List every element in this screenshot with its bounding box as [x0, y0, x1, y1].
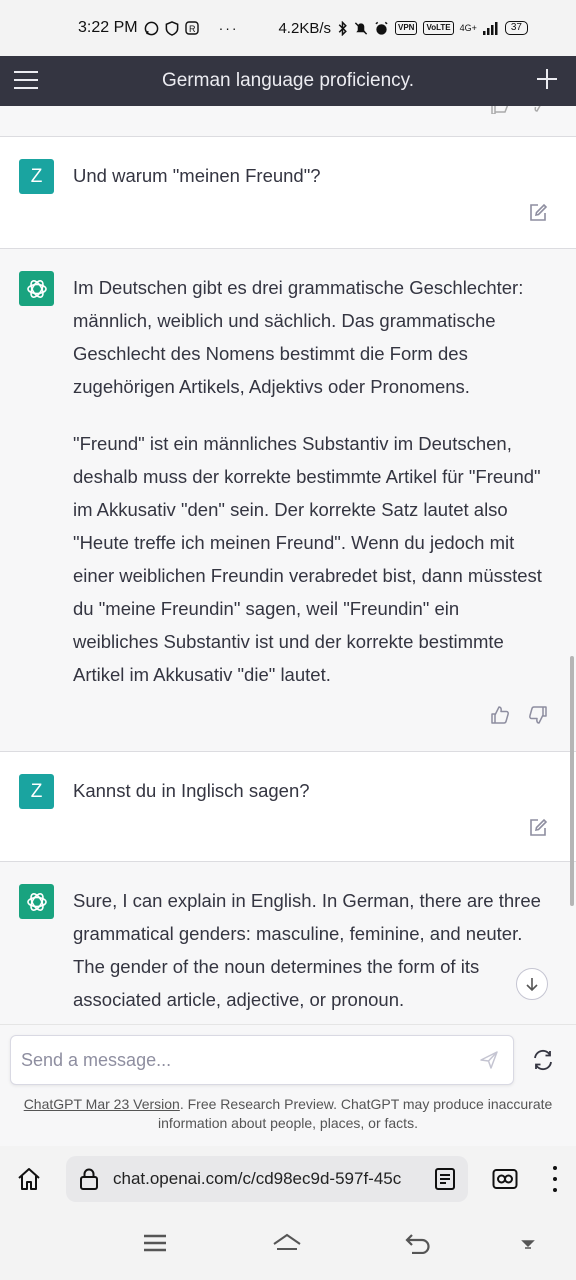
hide-nav-icon[interactable]: [520, 1236, 536, 1252]
message-paragraph: "Freund" ist ein männliches Substantiv i…: [73, 433, 542, 685]
lock-icon: [80, 1168, 98, 1190]
user-message: Z Und warum "meinen Freund"?: [0, 137, 576, 249]
system-navigation-bar: [0, 1212, 576, 1280]
message-text: Kannst du in Inglisch sagen?: [73, 780, 310, 801]
thumbs-up-icon[interactable]: [490, 705, 510, 725]
feedback-buttons: [490, 705, 548, 725]
message-paragraph: Im Deutschen gibt es drei grammatische G…: [73, 277, 524, 397]
whatsapp-icon: [144, 21, 158, 35]
url-text: chat.openai.com/c/cd98ec9d-597f-45c: [113, 1169, 402, 1188]
thumbs-down-icon[interactable]: [528, 705, 548, 725]
chat-thread: Z Und warum "meinen Freund"? Im Deutsche…: [0, 106, 576, 1024]
r-app-icon: R: [184, 21, 199, 35]
browser-toolbar: chat.openai.com/c/cd98ec9d-597f-45c: [0, 1146, 576, 1212]
user-avatar: Z: [19, 774, 54, 809]
edit-icon[interactable]: [528, 818, 548, 838]
browser-menu-icon[interactable]: [552, 1166, 558, 1192]
assistant-message: Sure, I can explain in English. In Germa…: [0, 862, 576, 1024]
battery-indicator: 37: [504, 21, 528, 35]
send-icon[interactable]: [479, 1050, 499, 1070]
previous-message-remnant: [0, 106, 576, 137]
openai-logo-icon: [26, 279, 47, 298]
scroll-to-bottom-button[interactable]: [516, 968, 548, 1000]
composer: ChatGPT Mar 23 Version. Free Research Pr…: [0, 1024, 576, 1146]
message-input[interactable]: [11, 1036, 451, 1084]
vpn-badge: VPN: [395, 21, 418, 35]
regenerate-icon[interactable]: [532, 1049, 554, 1071]
page-title: German language proficiency.: [161, 70, 415, 91]
shield-icon: [165, 20, 178, 36]
signal-icon: [482, 22, 498, 35]
message-input-box: [10, 1035, 514, 1085]
thumbs-up-icon[interactable]: [490, 106, 510, 114]
disclaimer-text: . Free Research Preview. ChatGPT may pro…: [158, 1096, 553, 1131]
reader-mode-icon[interactable]: [434, 1167, 456, 1191]
network-speed: 4.2KB/s: [278, 19, 331, 37]
hamburger-icon[interactable]: [14, 71, 38, 91]
bluetooth-icon: [338, 20, 347, 36]
system-home-icon[interactable]: [272, 1232, 302, 1254]
edit-icon[interactable]: [528, 203, 548, 223]
back-icon[interactable]: [404, 1232, 432, 1254]
thumbs-down-icon[interactable]: [526, 106, 546, 114]
svg-text:R: R: [189, 24, 196, 34]
scrollbar[interactable]: [570, 656, 574, 906]
version-link[interactable]: ChatGPT Mar 23 Version: [24, 1096, 180, 1112]
openai-logo-avatar: [19, 271, 54, 306]
disclaimer: ChatGPT Mar 23 Version. Free Research Pr…: [20, 1095, 556, 1133]
message-paragraph: Sure, I can explain in English. In Germa…: [73, 890, 541, 1010]
message-text: Und warum "meinen Freund"?: [73, 165, 321, 186]
tabs-icon[interactable]: [492, 1167, 518, 1191]
user-message: Z Kannst du in Inglisch sagen?: [0, 752, 576, 862]
status-more-dots: ···: [218, 20, 239, 36]
app-header: German language proficiency.: [0, 56, 576, 106]
address-bar[interactable]: chat.openai.com/c/cd98ec9d-597f-45c: [66, 1156, 468, 1202]
alarm-icon: [375, 21, 388, 35]
openai-logo-avatar: [19, 884, 54, 919]
new-chat-plus-icon[interactable]: [536, 68, 558, 90]
network-type: 4G+: [459, 23, 477, 33]
status-time: 3:22 PM: [78, 19, 138, 36]
bell-off-icon: [354, 21, 368, 35]
openai-logo-icon: [26, 892, 47, 911]
volte-badge: VoLTE: [423, 21, 454, 35]
status-bar: 3:22 PM R ··· 4.2KB/s VPN VoLTE 4G+ 37: [0, 0, 576, 56]
assistant-message: Im Deutschen gibt es drei grammatische G…: [0, 249, 576, 752]
arrow-down-icon: [526, 978, 538, 992]
user-avatar: Z: [19, 159, 54, 194]
home-icon[interactable]: [16, 1166, 42, 1192]
recent-apps-icon[interactable]: [142, 1232, 168, 1254]
